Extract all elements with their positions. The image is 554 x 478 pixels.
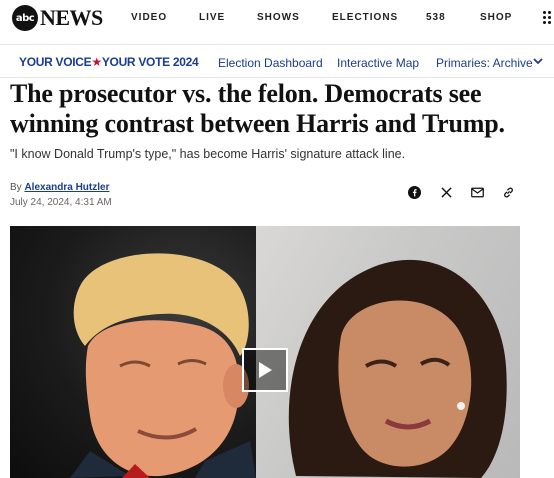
article-headline: The prosecutor vs. the felon. Democrats … [10,79,505,138]
star-icon: ★ [91,55,102,69]
nav-live[interactable]: LIVE [199,12,225,23]
election-dashboard-link[interactable]: Election Dashboard [218,56,323,70]
nav-video[interactable]: VIDEO [131,12,167,23]
x-icon[interactable] [438,184,454,200]
your-vote-text: YOUR VOTE 2024 [101,55,199,69]
your-voice-your-vote-banner[interactable]: YOUR VOICE★YOUR VOTE 2024 [19,55,199,69]
nav-538[interactable]: 538 [426,12,446,23]
chevron-down-icon[interactable] [533,56,543,69]
interactive-map-link[interactable]: Interactive Map [337,56,419,70]
top-navigation: abc NEWS VIDEO LIVE SHOWS ELECTIONS 538 … [0,0,554,36]
link-icon[interactable] [500,184,516,200]
abc-logo-circle: abc [12,5,38,31]
author-link[interactable]: Alexandra Hutzler [24,182,109,193]
byline-prefix: By [10,182,22,193]
news-wordmark: NEWS [40,5,103,30]
abc-news-logo[interactable]: abc NEWS [12,5,103,31]
trump-photo [10,226,256,478]
play-icon [259,362,272,378]
election-bar: YOUR VOICE★YOUR VOTE 2024 Election Dashb… [0,44,554,78]
nav-shows[interactable]: SHOWS [257,12,300,23]
play-button[interactable] [242,348,288,392]
primaries-archive-link[interactable]: Primaries: Archive [436,56,533,70]
nav-shop[interactable]: SHOP [480,12,512,23]
facebook-icon[interactable] [406,184,422,200]
byline: By Alexandra Hutzler [10,182,109,193]
more-menu-icon[interactable] [543,11,553,25]
nav-elections[interactable]: ELECTIONS [332,12,398,23]
harris-photo [256,226,520,478]
publish-date: July 24, 2024, 4:31 AM [10,197,112,208]
email-icon[interactable] [469,184,485,200]
your-voice-text: YOUR VOICE [19,55,92,69]
article-subhead: "I know Donald Trump's type," has become… [10,147,406,161]
